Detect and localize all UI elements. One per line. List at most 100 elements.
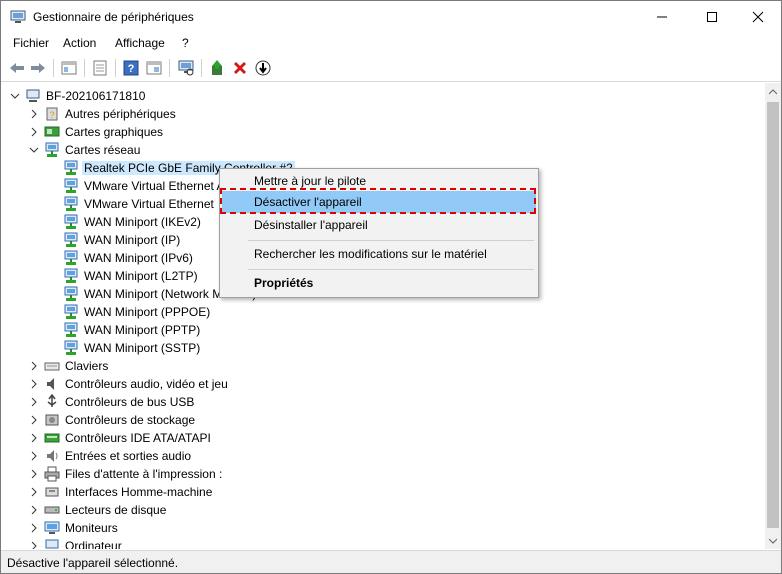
tree-network-adapter[interactable]: WAN Miniport (IKEv2) xyxy=(63,213,203,231)
menu-scan-hardware[interactable]: Rechercher les modifications sur le maté… xyxy=(222,243,536,265)
computer-icon xyxy=(44,538,60,549)
expand-chevron-icon[interactable] xyxy=(28,522,40,534)
expand-chevron-icon[interactable] xyxy=(28,540,40,549)
tree-category[interactable]: ? Autres périphériques xyxy=(28,105,178,123)
tree-item-label: Contrôleurs audio, vidéo et jeu xyxy=(65,377,228,391)
expand-chevron-icon[interactable] xyxy=(28,378,40,390)
view-resources-button[interactable] xyxy=(144,58,164,78)
tree-category[interactable]: Files d'attente à l'impression : xyxy=(28,465,224,483)
network-adapter-icon xyxy=(63,250,79,266)
tree-category[interactable]: Contrôleurs IDE ATA/ATAPI xyxy=(28,429,213,447)
menu-uninstall-device[interactable]: Désinstaller l'appareil xyxy=(222,214,536,236)
collapse-chevron-icon[interactable] xyxy=(9,90,21,102)
expand-chevron-icon[interactable] xyxy=(28,108,40,120)
vertical-scrollbar[interactable] xyxy=(765,83,781,549)
device-manager-window: Gestionnaire de périphériques Fichier Ac… xyxy=(0,0,782,574)
tree-category[interactable]: Contrôleurs de stockage xyxy=(28,411,197,429)
disable-device-button[interactable] xyxy=(253,58,273,78)
tree-item-label: WAN Miniport (PPTP) xyxy=(84,323,201,337)
expand-chevron-icon[interactable] xyxy=(28,432,40,444)
network-adapter-icon xyxy=(63,160,79,176)
properties-toolbar-button[interactable] xyxy=(90,58,110,78)
keyboard-icon xyxy=(44,358,60,374)
tree-item-label: Moniteurs xyxy=(65,521,118,535)
tree-category[interactable]: Cartes réseau xyxy=(28,141,142,159)
toolbar-separator xyxy=(84,59,85,77)
tree-category[interactable]: Contrôleurs audio, vidéo et jeu xyxy=(28,375,230,393)
tree-network-adapter[interactable]: WAN Miniport (PPTP) xyxy=(63,321,202,339)
menu-properties-label: Propriétés xyxy=(254,276,314,290)
network-adapter-icon xyxy=(63,268,79,284)
menu-affichage[interactable]: Affichage xyxy=(115,36,165,50)
back-button[interactable] xyxy=(7,58,27,78)
printer-icon xyxy=(44,466,60,482)
hid-icon xyxy=(44,484,60,500)
network-adapter-icon xyxy=(63,196,79,212)
device-manager-app-icon xyxy=(10,10,26,24)
close-button[interactable] xyxy=(735,1,781,33)
expand-chevron-icon[interactable] xyxy=(28,360,40,372)
expand-chevron-icon[interactable] xyxy=(28,126,40,138)
expand-chevron-icon[interactable] xyxy=(28,450,40,462)
forward-button[interactable] xyxy=(28,58,48,78)
scroll-up-arrow-icon[interactable] xyxy=(765,83,781,100)
network-adapter-icon xyxy=(63,340,79,356)
toolbar-separator xyxy=(53,59,54,77)
uninstall-icon[interactable] xyxy=(230,58,250,78)
tree-network-adapter[interactable]: WAN Miniport (L2TP) xyxy=(63,267,200,285)
tree-item-label: Lecteurs de disque xyxy=(65,503,167,517)
update-driver-button[interactable] xyxy=(207,58,227,78)
tree-category[interactable]: Entrées et sorties audio xyxy=(28,447,193,465)
status-bar: Désactive l'appareil sélectionné. xyxy=(1,550,781,573)
tree-item-label: VMware Virtual Ethernet xyxy=(84,197,214,211)
tree-category[interactable]: Cartes graphiques xyxy=(28,123,165,141)
maximize-button[interactable] xyxy=(689,1,735,33)
tree-category[interactable]: Interfaces Homme-machine xyxy=(28,483,214,501)
toolbar: ? xyxy=(1,55,781,82)
menu-disable-device-label: Désactiver l'appareil xyxy=(254,195,362,209)
tree-item-label: Contrôleurs de stockage xyxy=(65,413,196,427)
tree-root[interactable]: BF-202106171810 xyxy=(9,87,147,105)
expand-chevron-icon[interactable] xyxy=(28,486,40,498)
tree-network-adapter[interactable]: WAN Miniport (IP) xyxy=(63,231,182,249)
tree-item-label: WAN Miniport (IKEv2) xyxy=(84,215,201,229)
menu-fichier[interactable]: Fichier xyxy=(13,36,49,50)
help-button[interactable]: ? xyxy=(121,58,141,78)
expand-chevron-icon[interactable] xyxy=(28,414,40,426)
menu-disable-device[interactable]: Désactiver l'appareil xyxy=(222,191,536,213)
tree-category[interactable]: Lecteurs de disque xyxy=(28,501,168,519)
tree-network-adapter[interactable]: VMware Virtual Ethernet A xyxy=(63,177,227,195)
menu-separator xyxy=(248,240,534,241)
scan-hardware-button[interactable] xyxy=(176,58,196,78)
svg-text:?: ? xyxy=(49,110,54,120)
tree-category[interactable]: Contrôleurs de bus USB xyxy=(28,393,196,411)
tree-item-label: Cartes réseau xyxy=(65,143,141,157)
scroll-down-arrow-icon[interactable] xyxy=(765,532,781,549)
tree-network-adapter[interactable]: WAN Miniport (PPPOE) xyxy=(63,303,212,321)
tree-item-label: Cartes graphiques xyxy=(65,125,164,139)
minimize-button[interactable] xyxy=(639,1,685,33)
tree-category[interactable]: Claviers xyxy=(28,357,110,375)
menu-properties[interactable]: Propriétés xyxy=(222,272,536,294)
menu-uninstall-device-label: Désinstaller l'appareil xyxy=(254,218,368,232)
tree-category[interactable]: Moniteurs xyxy=(28,519,120,537)
menu-help[interactable]: ? xyxy=(182,36,189,50)
scrollbar-thumb[interactable] xyxy=(767,102,779,528)
expand-chevron-icon[interactable] xyxy=(28,504,40,516)
expand-chevron-icon[interactable] xyxy=(28,396,40,408)
tree-item-label: WAN Miniport (IPv6) xyxy=(84,251,193,265)
disk-drive-icon xyxy=(44,502,60,518)
show-hide-tree-button[interactable] xyxy=(59,58,79,78)
tree-category[interactable]: Ordinateur xyxy=(28,537,124,549)
tree-item-label: Ordinateur xyxy=(65,539,122,549)
tree-network-adapter[interactable]: WAN Miniport (IPv6) xyxy=(63,249,195,267)
speaker-icon xyxy=(44,376,60,392)
collapse-chevron-icon[interactable] xyxy=(28,144,40,156)
menu-scan-hardware-label: Rechercher les modifications sur le maté… xyxy=(254,247,487,261)
menu-update-driver[interactable]: Mettre à jour le pilote xyxy=(222,170,536,192)
menu-action[interactable]: Action xyxy=(63,36,96,50)
device-tree: BF-202106171810 ? Autres périphériques Car… xyxy=(1,83,765,549)
expand-chevron-icon[interactable] xyxy=(28,468,40,480)
tree-network-adapter[interactable]: VMware Virtual Ethernet xyxy=(63,195,216,213)
tree-network-adapter[interactable]: WAN Miniport (SSTP) xyxy=(63,339,202,357)
